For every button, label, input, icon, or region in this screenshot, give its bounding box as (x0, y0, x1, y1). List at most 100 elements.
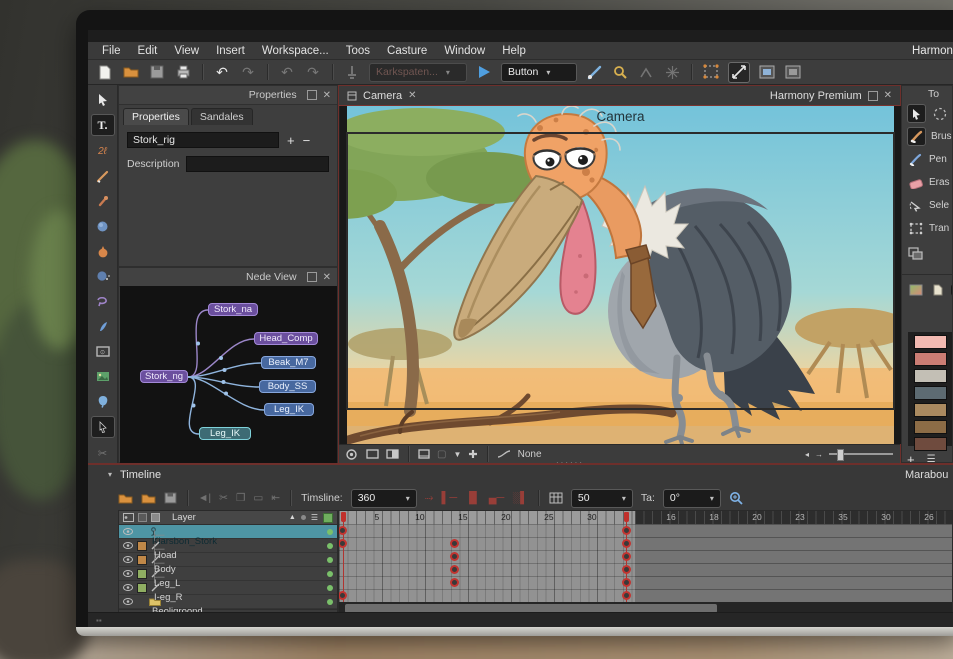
keyframe-dot[interactable] (449, 552, 459, 561)
resize-view-icon[interactable] (728, 61, 750, 83)
lasso-icon[interactable] (92, 291, 114, 311)
zoom-slider[interactable] (829, 449, 893, 461)
new-scene-icon[interactable] (96, 63, 114, 81)
brush-icon[interactable] (92, 166, 114, 186)
description-input[interactable] (185, 156, 329, 172)
play-icon[interactable] (475, 63, 493, 81)
select-keyframe-icon[interactable] (702, 63, 720, 81)
keyframe-dot[interactable] (621, 552, 631, 561)
add-drawing-layer-icon[interactable] (141, 492, 156, 504)
keyframe-motion-icon[interactable]: ▄─ (489, 492, 505, 504)
float-panel-icon[interactable] (306, 272, 317, 282)
grid-disabled-icon[interactable] (663, 63, 681, 81)
show-all-icon[interactable] (123, 513, 134, 522)
opengl-view-icon[interactable] (366, 449, 379, 459)
tool-eraser-label[interactable]: Eras (929, 177, 950, 188)
frame-icon[interactable]: ⊙ (92, 341, 114, 361)
menu-edit[interactable]: Edit (138, 45, 158, 57)
node-name-input[interactable]: Stork_rig (127, 132, 279, 148)
graph-node-5[interactable]: Leg_IK (264, 403, 314, 416)
tool-brush-label[interactable]: Brus (931, 131, 952, 142)
camera-mask-icon[interactable] (418, 449, 430, 459)
keyframe-dot[interactable] (339, 539, 347, 548)
menu-help[interactable]: Help (502, 45, 526, 57)
grid-toggle-icon[interactable] (138, 513, 147, 522)
keyframe-hold-icon[interactable]: ▌─ (442, 492, 458, 504)
visibility-eye-icon[interactable] (123, 542, 133, 549)
menu-workspace[interactable]: Workspace... (262, 45, 329, 57)
gradient-swatch-icon[interactable] (907, 282, 924, 299)
zoom-slider-knob[interactable] (837, 449, 844, 461)
sound-sync-icon[interactable] (343, 63, 361, 81)
tool-pencil-label[interactable]: Pen (929, 154, 947, 165)
visibility-eye-icon[interactable] (123, 598, 133, 605)
matte-view-icon[interactable] (386, 449, 399, 459)
brush-tool-icon[interactable] (585, 63, 603, 81)
playhead-pin[interactable] (340, 512, 346, 522)
select-arrow-icon[interactable] (907, 104, 926, 123)
disabled-option-icon[interactable]: ▢ (437, 449, 446, 460)
close-icon[interactable]: ✕ (884, 90, 892, 101)
paint-bucket-icon[interactable] (92, 241, 114, 261)
layer-row-Beoligroond[interactable]: Beoligroond (119, 595, 337, 617)
dropdown-arrow-icon[interactable]: ▼ (453, 450, 461, 459)
view-menu-icon[interactable] (347, 91, 357, 101)
keyframe-dot[interactable] (339, 591, 347, 600)
add-button[interactable]: + (287, 133, 295, 148)
keyframe-dot[interactable] (449, 565, 459, 574)
tab-sandales[interactable]: Sandales (190, 108, 253, 125)
tool-transform-label[interactable]: Tran (929, 223, 949, 234)
graph-node-1[interactable]: Stork_na (208, 303, 258, 316)
keyframe-dot[interactable] (621, 526, 631, 535)
list-options-icon[interactable]: ☰ (311, 513, 318, 522)
open-folder-icon[interactable] (122, 63, 140, 81)
text-tool-icon[interactable]: T. (90, 114, 115, 136)
visibility-eye-icon[interactable] (123, 528, 133, 535)
panel-view-icon[interactable] (758, 63, 776, 81)
remove-button[interactable]: − (303, 133, 311, 148)
add-keyframe-icon[interactable]: ⤑ (425, 492, 434, 505)
select-arrow-icon[interactable] (92, 89, 114, 109)
paste-icon[interactable]: ▭ (253, 492, 263, 504)
menu-tools[interactable]: Toos (346, 45, 370, 57)
quill-icon[interactable] (92, 316, 114, 336)
layer-color-chip[interactable] (137, 582, 147, 593)
zoom-timeline-icon[interactable] (729, 491, 743, 505)
keyframe-dot[interactable] (621, 578, 631, 587)
visibility-eye-icon[interactable] (123, 556, 133, 563)
collapse-arrow-icon[interactable]: ▾ (108, 470, 112, 479)
camera-viewport[interactable]: Camera (339, 106, 902, 444)
add-color-button[interactable]: + (907, 452, 915, 462)
cutter-icon[interactable] (90, 416, 115, 438)
workspace-dropdown[interactable]: Karkspaten... ▾ (369, 62, 467, 82)
menu-capture[interactable]: Casture (387, 45, 427, 57)
cut-icon[interactable]: ✂ (219, 492, 228, 504)
eraser-icon[interactable] (907, 174, 924, 191)
collapse-icon[interactable]: ⇤ (271, 492, 280, 504)
panel-view2-icon[interactable] (784, 63, 802, 81)
undo-alt-icon[interactable]: ↶ (278, 63, 296, 81)
color-swatch-5[interactable] (914, 420, 947, 434)
select-lasso-icon[interactable] (907, 197, 924, 214)
transform-icon[interactable] (907, 220, 924, 237)
zorder-icon[interactable]: 2ℓ (92, 141, 114, 161)
close-icon[interactable]: ✕ (323, 272, 331, 283)
color-swatch-4[interactable] (914, 403, 947, 417)
save-icon[interactable] (164, 492, 177, 504)
pan-icon[interactable]: ✚ (468, 448, 477, 461)
brush-icon[interactable] (907, 127, 926, 146)
menu-view[interactable]: View (174, 45, 199, 57)
close-icon[interactable]: ✕ (323, 90, 331, 101)
timeline-combo[interactable]: 360 ▾ (350, 488, 417, 508)
sort-up-icon[interactable]: ▲ (289, 514, 296, 521)
node-graph[interactable]: Stork_ng Stork_na Head_Comp Beak_M7 Body_SS L… (120, 286, 337, 463)
keyframe-dot[interactable] (449, 578, 459, 587)
palette-list-icon[interactable]: ☰ (927, 454, 936, 462)
keyframe-dot[interactable] (621, 565, 631, 574)
keyframe-dot[interactable] (449, 539, 459, 548)
layer-color-chip[interactable] (137, 554, 147, 565)
pencil-icon[interactable] (907, 151, 924, 168)
keyframe-stop-icon[interactable]: ▐▌ (465, 492, 481, 504)
visibility-eye-icon[interactable] (123, 584, 133, 591)
close-tab-icon[interactable]: ✕ (408, 90, 416, 101)
